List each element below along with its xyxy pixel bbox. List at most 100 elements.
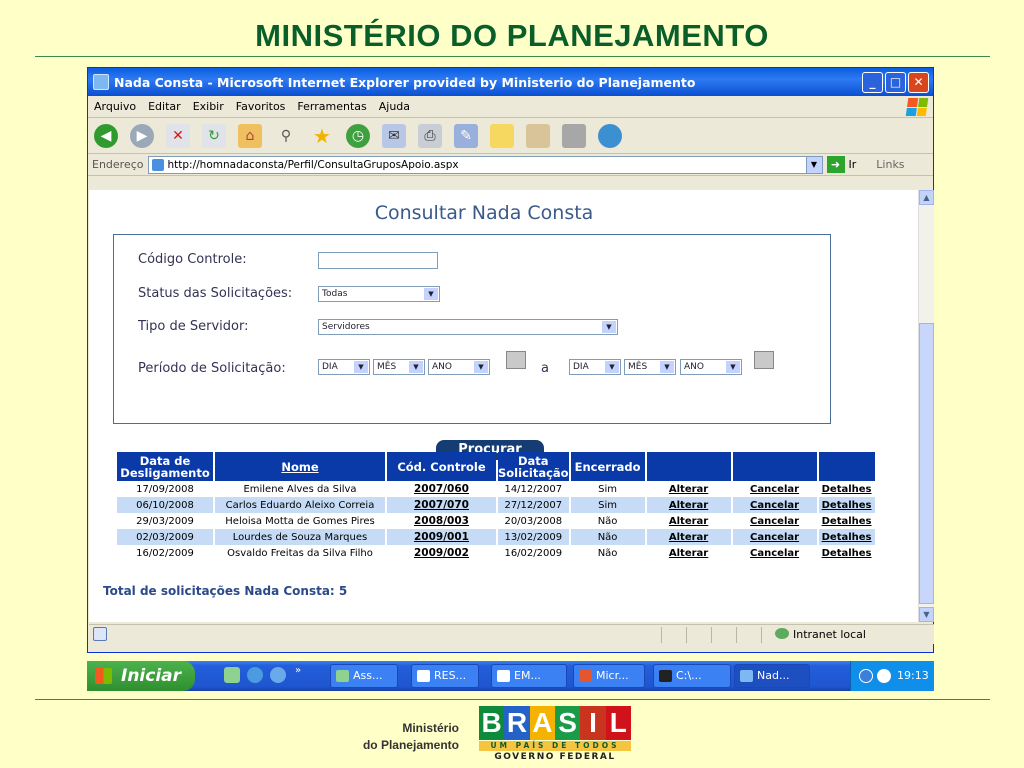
col-data-solicitacao[interactable]: Data Solicitação [498,452,569,481]
detalhes-link[interactable]: Detalhes [818,529,875,545]
codigo-link[interactable]: 2008/003 [387,513,496,529]
ano-end-select[interactable]: ANO ▼ [680,359,742,375]
minimize-button[interactable]: _ [862,71,883,93]
edit-icon[interactable]: ✎ [454,123,478,148]
window-title: Nada Consta - Microsoft Internet Explore… [114,74,696,90]
task-res[interactable]: RES... [411,664,479,688]
col-nome[interactable]: Nome [215,452,385,481]
windows-flag-icon [95,668,112,684]
table-row: 16/02/2009 Osvaldo Freitas da Silva Filh… [117,545,875,561]
start-button[interactable]: Iniciar [87,661,195,691]
dia-start-select[interactable]: DIA ▼ [318,359,370,375]
detalhes-link[interactable]: Detalhes [819,513,875,529]
zone-indicator: Intranet local [775,628,866,641]
tray-arrow-icon[interactable] [859,669,873,683]
vertical-scrollbar[interactable]: ▲ ▼ [918,190,934,622]
col-cod-controle[interactable]: Cód. Controle [387,452,496,481]
show-desktop-icon[interactable] [224,667,240,683]
favorites-icon[interactable]: ★ [310,124,334,148]
scroll-up-icon[interactable]: ▲ [919,190,934,205]
menu-editar[interactable]: Editar [142,100,187,113]
clock[interactable]: 19:13 [897,669,929,682]
address-input[interactable]: http://homnadaconsta/Perfil/ConsultaGrup… [147,155,823,174]
stop-icon[interactable]: ✕ [166,123,190,148]
history-icon[interactable]: ◷ [346,123,370,148]
outlook-quicklaunch-icon[interactable] [270,667,286,683]
alterar-link[interactable]: Alterar [647,481,731,497]
forward-icon[interactable]: ▶ [130,123,154,148]
cancelar-link[interactable]: Cancelar [732,529,817,545]
go-arrow-icon[interactable]: ➜ [826,156,845,173]
col-encerrado[interactable]: Encerrado [570,452,645,481]
task-micr[interactable]: Micr... [573,664,645,688]
status-select[interactable]: Todas ▼ [318,286,440,302]
task-cmd[interactable]: C:\... [653,664,731,688]
standard-toolbar: ◀ ▶ ✕ ↻ ⌂ ⚲ ★ ◷ ✉ ⎙ ✎ [88,118,933,154]
calendar-icon[interactable] [506,351,526,369]
address-dropdown-icon[interactable]: ▼ [805,156,822,173]
links-button[interactable]: Links [876,158,904,171]
back-icon[interactable]: ◀ [94,123,118,148]
search-icon[interactable]: ⚲ [274,124,298,148]
menu-ajuda[interactable]: Ajuda [373,100,416,113]
alterar-link[interactable]: Alterar [647,545,731,561]
col-alterar [646,452,731,481]
table-row: 02/03/2009 Lourdes de Souza Marques 2009… [117,529,875,545]
table-row: 17/09/2008 Emilene Alves da Silva 2007/0… [117,481,875,497]
windows-logo-icon [905,98,929,116]
tipo-select[interactable]: Servidores ▼ [318,319,618,335]
home-icon[interactable]: ⌂ [238,123,262,148]
alterar-link[interactable]: Alterar [647,513,731,529]
codigo-link[interactable]: 2009/001 [387,529,496,545]
col-cancelar [732,452,817,481]
scroll-down-icon[interactable]: ▼ [919,607,934,622]
maximize-button[interactable]: □ [885,71,906,93]
dia-end-select[interactable]: DIA ▼ [569,359,621,375]
page-heading: Consultar Nada Consta [374,202,594,224]
codigo-link[interactable]: 2007/070 [387,497,496,513]
slide-title: MINISTÉRIO DO PLANEJAMENTO [255,18,769,53]
ie-quicklaunch-icon[interactable] [247,667,263,683]
close-button[interactable]: ✕ [908,71,929,93]
detalhes-link[interactable]: Detalhes [818,497,875,513]
codigo-input[interactable] [318,252,438,269]
codigo-link[interactable]: 2009/002 [387,545,496,561]
detalhes-link[interactable]: Detalhes [819,481,875,497]
task-em[interactable]: EM... [491,664,567,688]
detalhes-link[interactable]: Detalhes [819,545,875,561]
codigo-label: Código Controle: [138,252,247,267]
periodo-label: Período de Solicitação: [138,361,286,376]
alterar-link[interactable]: Alterar [646,497,731,513]
go-button[interactable]: Ir [849,158,857,171]
cancelar-link[interactable]: Cancelar [733,545,817,561]
messenger-icon[interactable] [562,123,586,148]
task-ass[interactable]: Ass... [330,664,398,688]
alterar-link[interactable]: Alterar [646,529,731,545]
cancelar-link[interactable]: Cancelar [733,481,817,497]
codigo-link[interactable]: 2007/060 [387,481,496,497]
print-icon[interactable]: ⎙ [418,123,442,148]
cancelar-link[interactable]: Cancelar [732,497,817,513]
window-titlebar[interactable]: Nada Consta - Microsoft Internet Explore… [88,68,933,96]
task-nad[interactable]: Nad... [734,664,810,688]
menu-bar: Arquivo Editar Exibir Favoritos Ferramen… [88,96,933,118]
menu-arquivo[interactable]: Arquivo [88,100,142,113]
scroll-thumb[interactable] [919,323,934,604]
tray-network-icon[interactable] [877,669,891,683]
discuss-icon[interactable] [490,123,514,148]
users-icon[interactable] [598,123,622,148]
mes-end-select[interactable]: MÊS ▼ [624,359,676,375]
status-value: Todas [322,289,348,299]
mail-icon[interactable]: ✉ [382,123,406,148]
menu-ferramentas[interactable]: Ferramentas [291,100,372,113]
refresh-icon[interactable]: ↻ [202,123,226,148]
menu-exibir[interactable]: Exibir [187,100,230,113]
research-icon[interactable] [526,123,550,148]
col-data-desligamento[interactable]: Data de Desligamento [117,452,213,481]
mes-start-select[interactable]: MÊS ▼ [373,359,425,375]
ano-start-select[interactable]: ANO ▼ [428,359,490,375]
cancelar-link[interactable]: Cancelar [733,513,817,529]
ie-icon [93,74,109,90]
calendar-icon[interactable] [754,351,774,369]
menu-favoritos[interactable]: Favoritos [230,100,292,113]
